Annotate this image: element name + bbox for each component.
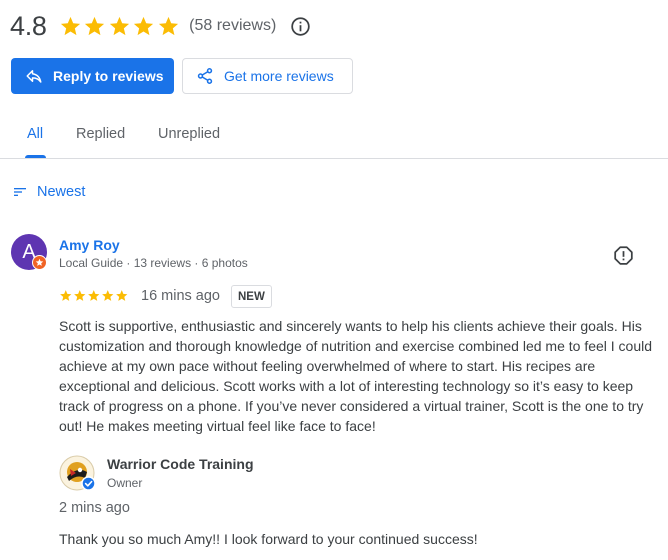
local-guide-badge (32, 255, 47, 270)
rating-stars (59, 15, 182, 38)
tab-unreplied[interactable]: Unreplied (158, 126, 220, 142)
rating-summary: 4.8 (58 reviews) (10, 8, 311, 44)
star-icon (116, 290, 128, 301)
info-icon[interactable] (290, 16, 311, 37)
share-icon (197, 68, 213, 84)
sort-icon (14, 188, 26, 196)
review-count: (58 reviews) (189, 17, 277, 34)
star-icon (85, 16, 105, 35)
star-icon (158, 16, 178, 35)
reviewer-meta: Local Guide · 13 reviews · 6 photos (59, 256, 248, 270)
star-icon (74, 290, 86, 301)
local-guide-star-icon (35, 258, 44, 266)
get-more-reviews-button[interactable]: Get more reviews (182, 58, 353, 94)
owner-avatar (59, 455, 96, 491)
star-icon (60, 16, 80, 35)
tab-replied[interactable]: Replied (76, 126, 125, 142)
reply-text: Thank you so much Amy!! I look forward t… (59, 531, 478, 547)
star-icon (60, 290, 72, 301)
get-more-reviews-label: Get more reviews (224, 68, 334, 84)
reviewer-name[interactable]: Amy Roy (59, 237, 120, 253)
active-tab-indicator (25, 155, 46, 158)
star-icon (102, 290, 114, 301)
owner-name: Warrior Code Training (107, 456, 254, 472)
reply-icon (26, 70, 42, 83)
new-badge: NEW (231, 285, 272, 308)
sort-label: Newest (37, 184, 86, 200)
sort-button[interactable]: Newest (12, 184, 85, 200)
reply-time: 2 mins ago (59, 500, 130, 516)
star-icon (109, 16, 129, 35)
review-text: Scott is supportive, enthusiastic and si… (59, 318, 653, 434)
reply-to-reviews-button[interactable]: Reply to reviews (11, 58, 174, 94)
reply-to-reviews-label: Reply to reviews (53, 68, 164, 84)
review-filter-tabs: All Replied Unreplied (0, 112, 668, 159)
review-stars (59, 289, 129, 303)
tab-all[interactable]: All (27, 126, 43, 142)
report-review-icon[interactable] (613, 245, 634, 266)
star-icon (134, 16, 154, 35)
average-rating: 4.8 (10, 10, 47, 41)
star-icon (88, 290, 100, 301)
review-time: 16 mins ago (141, 288, 220, 304)
owner-role: Owner (107, 476, 143, 490)
